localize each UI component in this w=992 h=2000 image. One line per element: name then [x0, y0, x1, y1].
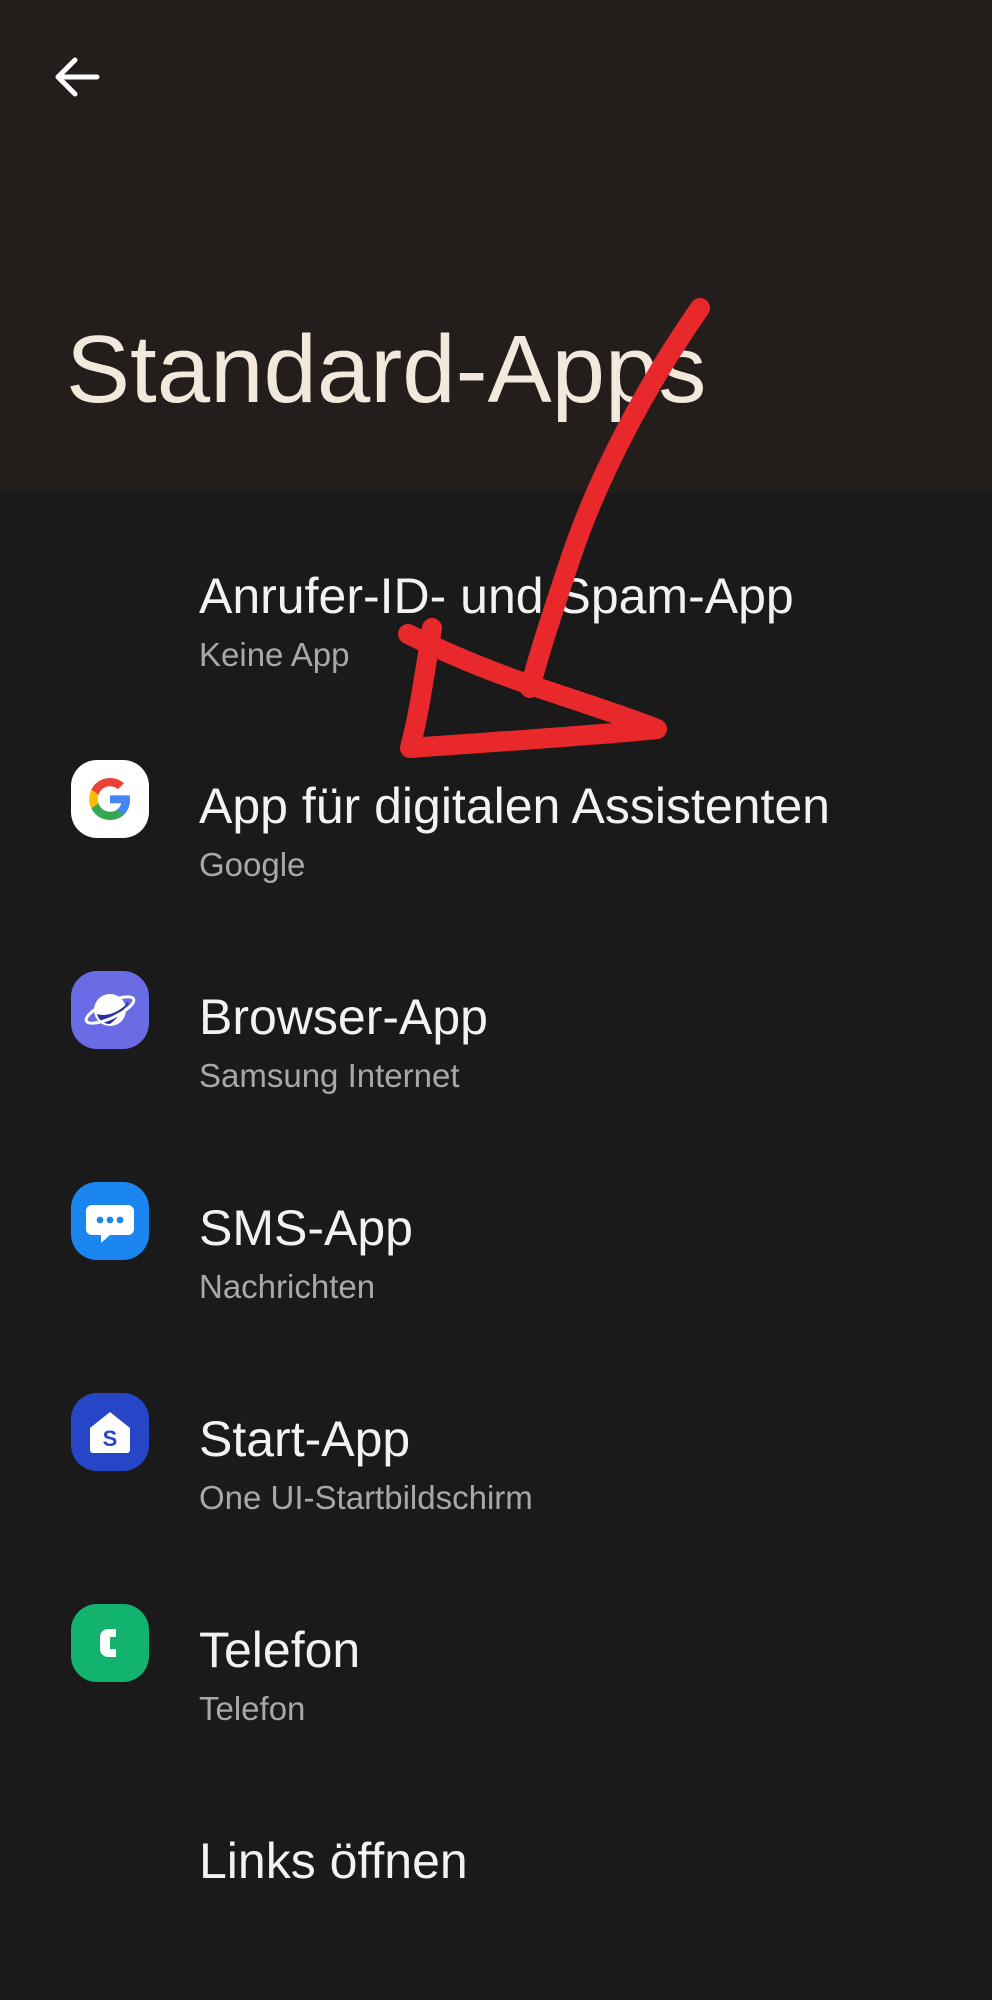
list-item-phone-app[interactable]: Telefon Telefon: [0, 1566, 992, 1776]
list-item-caller-id-app[interactable]: Anrufer-ID- und Spam-App Keine App: [0, 512, 992, 722]
item-title: Telefon: [199, 1622, 361, 1678]
item-title: App für digitalen Assistenten: [199, 778, 830, 834]
item-subtitle: One UI-Startbildschirm: [199, 1479, 533, 1516]
item-title: Anrufer-ID- und Spam-App: [199, 568, 794, 624]
item-title: Start-App: [199, 1411, 411, 1467]
page-title: Standard-Apps: [66, 316, 707, 423]
samsung-internet-icon: [71, 971, 149, 1049]
phone-icon: [71, 1604, 149, 1682]
list-item-open-links[interactable]: Links öffnen: [0, 1777, 992, 1987]
list-item-digital-assistant-app[interactable]: App für digitalen Assistenten Google: [0, 722, 992, 932]
list-item-home-app[interactable]: S Start-App One UI-Startbildschirm: [0, 1355, 992, 1565]
list-item-browser-app[interactable]: Browser-App Samsung Internet: [0, 933, 992, 1143]
list-item-sms-app[interactable]: SMS-App Nachrichten: [0, 1144, 992, 1354]
app-bar: Standard-Apps: [0, 0, 992, 492]
one-ui-home-icon: S: [71, 1393, 149, 1471]
back-button[interactable]: [38, 38, 116, 116]
item-title: Links öffnen: [199, 1833, 468, 1889]
item-subtitle: Nachrichten: [199, 1268, 376, 1305]
svg-text:S: S: [103, 1426, 118, 1451]
item-subtitle: Telefon: [199, 1690, 306, 1727]
messages-icon: [71, 1182, 149, 1260]
item-subtitle: Samsung Internet: [199, 1057, 460, 1094]
item-subtitle: Keine App: [199, 636, 350, 673]
item-subtitle: Google: [199, 846, 306, 883]
settings-screen: Standard-Apps Anrufer-ID- und Spam-App K…: [0, 0, 992, 2000]
item-title: Browser-App: [199, 989, 488, 1045]
google-icon: [71, 760, 149, 838]
item-title: SMS-App: [199, 1200, 413, 1256]
arrow-back-icon: [55, 57, 100, 97]
